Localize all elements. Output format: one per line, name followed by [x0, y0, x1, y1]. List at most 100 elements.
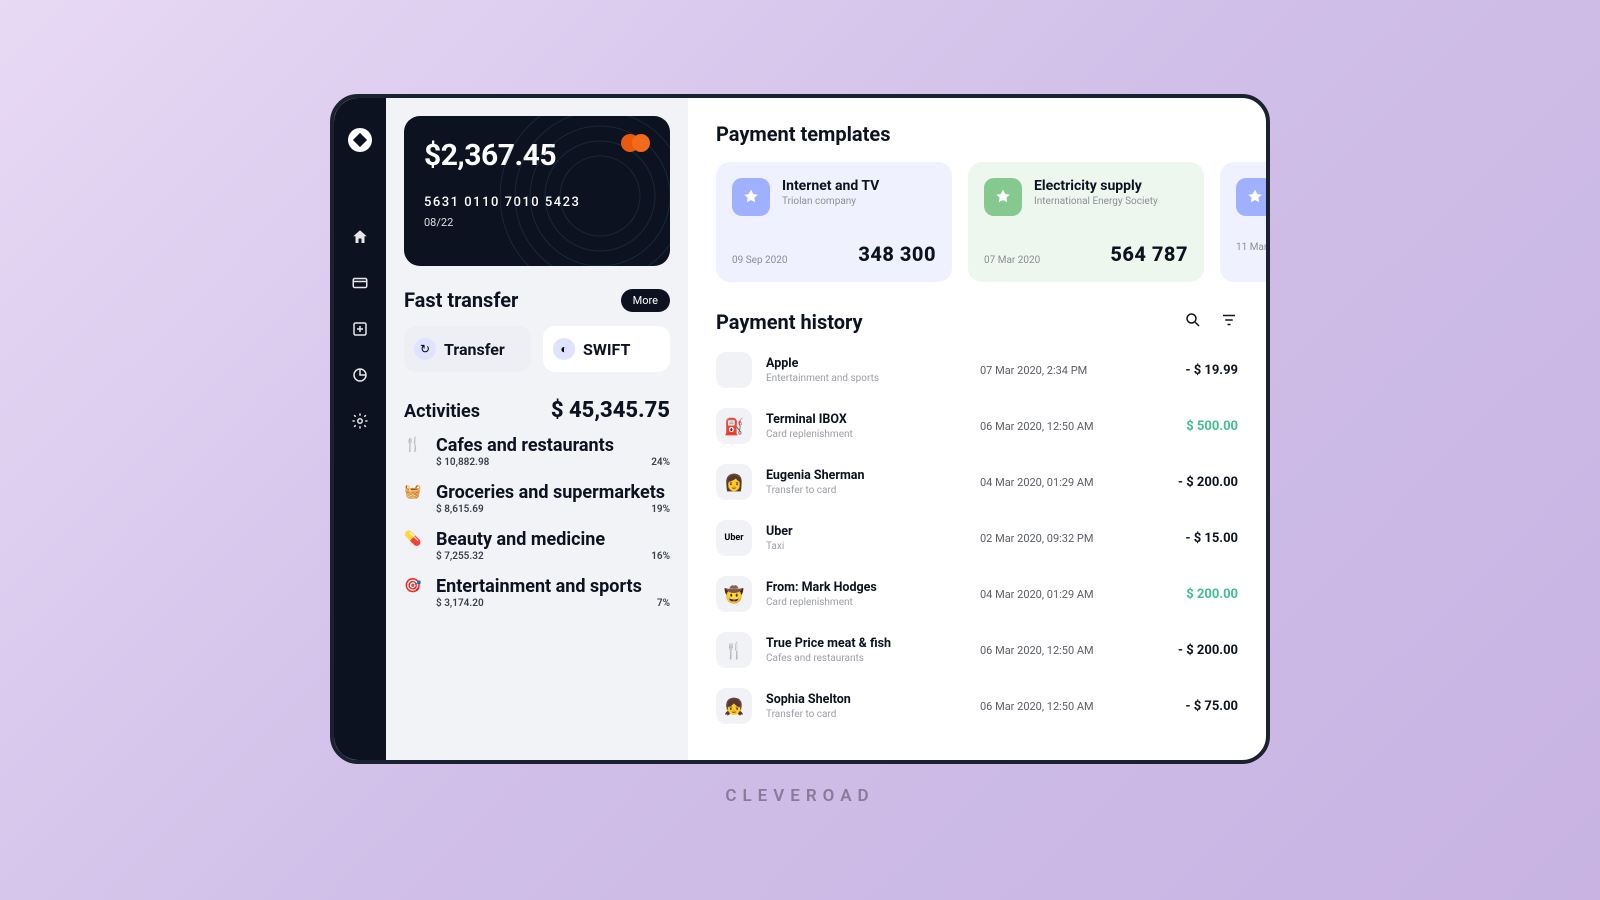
app-frame: $2,367.45 5631 0110 7010 5423 08/22 Fast… [330, 94, 1270, 764]
history-row[interactable]: 👩 Eugenia Sherman Transfer to card 04 Mar 2… [716, 458, 1238, 506]
history-date: 04 Mar 2020, 01:29 AM [980, 476, 1144, 489]
history-name: Apple [766, 356, 966, 371]
activity-name: Cafes and restaurants [436, 435, 670, 456]
history-row[interactable]: 👧Sophia SheltonTransfer to card06 Mar 20… [716, 682, 1238, 730]
filter-icon[interactable] [1220, 311, 1238, 333]
history-date: 06 Mar 2020, 12:50 AM [980, 420, 1144, 433]
template-card[interactable]: 11 Mar [1220, 162, 1266, 282]
history-name: True Price meat & fish [766, 636, 966, 651]
history-row[interactable]: UberUberTaxi02 Mar 2020, 09:32 PM- $ 15.… [716, 514, 1238, 562]
activity-icon: 🧺 [404, 482, 422, 500]
activity-amount: $ 7,255.32 [436, 551, 484, 562]
template-sub: International Energy Society [1034, 196, 1158, 207]
history-avatar: Uber [716, 520, 752, 556]
transfer-label: Transfer [444, 340, 505, 359]
sidebar [334, 98, 386, 760]
template-icon [1236, 178, 1266, 216]
fast-transfer-title: Fast transfer [404, 288, 518, 312]
swift-button[interactable]: ◐ SWIFT [543, 326, 670, 372]
activity-icon: 💊 [404, 529, 422, 547]
template-card[interactable]: Internet and TV Triolan company 09 Sep 202… [716, 162, 952, 282]
history-avatar: 👩 [716, 464, 752, 500]
activity-pct: 19% [651, 504, 670, 515]
activity-item[interactable]: 🍴 Cafes and restaurants$ 10,882.98 24% [404, 435, 670, 468]
history-amount: - $ 19.99 [1158, 363, 1238, 378]
activity-name: Beauty and medicine [436, 529, 670, 550]
template-amount: 348 300 [858, 242, 936, 266]
activities-total: $ 45,345.75 [551, 398, 670, 423]
history-row[interactable]: 🍴 True Price meat & fish Cafes and restaur… [716, 626, 1238, 674]
activity-amount: $ 8,615.69 [436, 504, 484, 515]
history-category: Cafes and restaurants [766, 653, 966, 664]
swift-label: SWIFT [583, 340, 630, 359]
template-sub: Triolan company [782, 196, 879, 207]
activity-name: Entertainment and sports [436, 576, 670, 597]
history-amount: $ 200.00 [1158, 587, 1238, 602]
history-category: Transfer to card [766, 485, 966, 496]
history-name: From: Mark Hodges [766, 580, 966, 595]
history-avatar: 🍴 [716, 632, 752, 668]
history-category: Card replenishment [766, 597, 966, 608]
right-panel: Payment templates Internet and TV Triolan… [688, 98, 1266, 760]
search-icon[interactable] [1184, 311, 1202, 333]
history-list: AppleEntertainment and sports07 Mar 2020… [716, 346, 1266, 730]
nav-templates-icon[interactable] [351, 320, 369, 338]
brand-label: CLEVEROAD [725, 786, 874, 806]
template-date: 07 Mar 2020 [984, 255, 1040, 266]
history-avatar: ⛽ [716, 408, 752, 444]
history-amount: - $ 75.00 [1158, 699, 1238, 714]
history-name: Terminal IBOX [766, 412, 966, 427]
activities-list: 🍴 Cafes and restaurants$ 10,882.98 24% 🧺 Gro… [404, 435, 670, 609]
mastercard-icon [621, 134, 650, 152]
history-row[interactable]: AppleEntertainment and sports07 Mar 2020… [716, 346, 1238, 394]
activity-amount: $ 10,882.98 [436, 457, 489, 468]
activity-pct: 7% [657, 598, 670, 609]
history-amount: - $ 200.00 [1158, 643, 1238, 658]
activity-pct: 24% [651, 457, 670, 468]
history-avatar: 🤠 [716, 576, 752, 612]
template-date: 11 Mar [1236, 242, 1266, 253]
logo-icon [348, 128, 372, 152]
history-date: 06 Mar 2020, 12:50 AM [980, 644, 1144, 657]
template-card[interactable]: Electricity supply International Energy S… [968, 162, 1204, 282]
activity-icon: 🎯 [404, 576, 422, 594]
template-amount: 564 787 [1110, 242, 1188, 266]
history-row[interactable]: 🤠From: Mark HodgesCard replenishment04 M… [716, 570, 1238, 618]
history-category: Entertainment and sports [766, 373, 966, 384]
history-amount: $ 500.00 [1158, 419, 1238, 434]
more-button[interactable]: More [621, 289, 670, 312]
swift-icon: ◐ [553, 338, 575, 360]
template-icon [984, 178, 1022, 216]
activity-amount: $ 3,174.20 [436, 598, 484, 609]
template-name: Electricity supply [1034, 178, 1158, 194]
nav-analytics-icon[interactable] [351, 366, 369, 384]
activity-item[interactable]: 💊 Beauty and medicine$ 7,255.32 16% [404, 529, 670, 562]
activity-item[interactable]: 🧺 Groceries and supermarkets$ 8,615.69 19% [404, 482, 670, 515]
templates-row: Internet and TV Triolan company 09 Sep 202… [716, 162, 1266, 282]
template-name: Internet and TV [782, 178, 879, 194]
history-row[interactable]: ⛽ Terminal IBOX Card replenishment 06 Mar 2… [716, 402, 1238, 450]
activity-icon: 🍴 [404, 435, 422, 453]
nav-settings-icon[interactable] [351, 412, 369, 430]
history-avatar [716, 352, 752, 388]
history-avatar: 👧 [716, 688, 752, 724]
activity-item[interactable]: 🎯 Entertainment and sports$ 3,174.20 7% [404, 576, 670, 609]
history-amount: - $ 15.00 [1158, 531, 1238, 546]
history-date: 02 Mar 2020, 09:32 PM [980, 532, 1144, 545]
activity-pct: 16% [651, 551, 670, 562]
transfer-button[interactable]: ↻ Transfer [404, 326, 531, 372]
history-category: Transfer to card [766, 709, 966, 720]
activity-name: Groceries and supermarkets [436, 482, 670, 503]
history-category: Card replenishment [766, 429, 966, 440]
history-name: Eugenia Sherman [766, 468, 966, 483]
history-category: Taxi [766, 541, 966, 552]
template-date: 09 Sep 2020 [732, 255, 788, 266]
nav-card-icon[interactable] [351, 274, 369, 292]
activities-title: Activities [404, 401, 480, 422]
left-panel: $2,367.45 5631 0110 7010 5423 08/22 Fast… [386, 98, 688, 760]
balance-card[interactable]: $2,367.45 5631 0110 7010 5423 08/22 [404, 116, 670, 266]
nav-home-icon[interactable] [351, 228, 369, 246]
history-amount: - $ 200.00 [1158, 475, 1238, 490]
card-expiry: 08/22 [424, 216, 650, 229]
templates-title: Payment templates [716, 122, 1266, 146]
